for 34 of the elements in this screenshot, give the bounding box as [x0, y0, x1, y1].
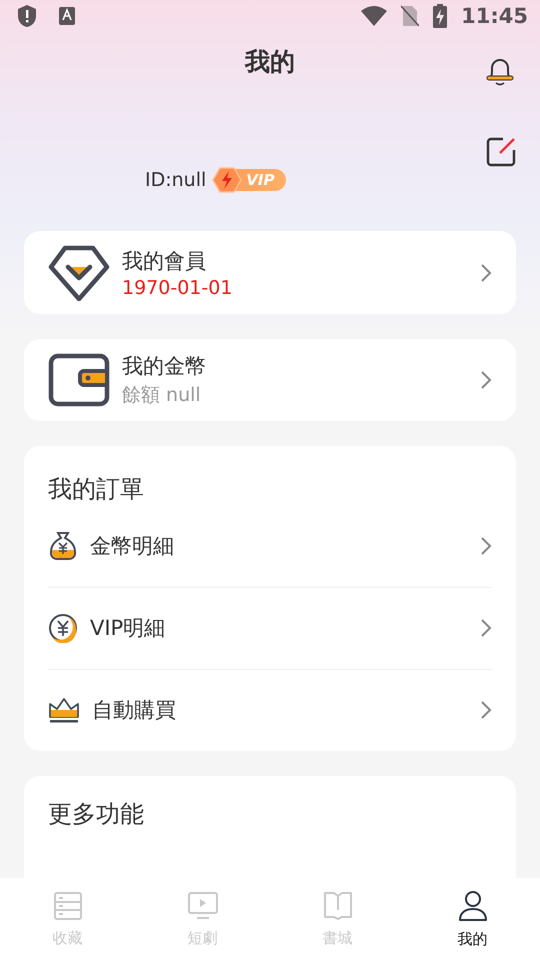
card-title: 我的金幣	[122, 352, 207, 380]
chevron-icon	[480, 262, 492, 283]
no-sim-icon	[401, 4, 420, 27]
book-icon	[322, 890, 352, 920]
wallet-icon	[48, 352, 110, 407]
money-bag-icon	[48, 531, 78, 562]
wifi-icon	[361, 6, 388, 26]
yen-coin-icon	[48, 613, 78, 644]
list-item[interactable]: VIP明細	[48, 588, 492, 670]
page-title: 我的	[245, 46, 295, 78]
chevron-icon	[480, 536, 492, 556]
diamond-icon	[48, 244, 110, 301]
clock-time: 11:45	[461, 4, 528, 28]
user-id: ID:null	[145, 169, 206, 192]
person-icon	[458, 890, 488, 922]
edit-icon[interactable]	[486, 137, 516, 168]
crown-icon	[48, 696, 80, 724]
lightning-icon	[212, 167, 242, 194]
list-item[interactable]: 金幣明細	[48, 506, 492, 588]
chevron-icon	[480, 370, 492, 390]
chevron-icon	[480, 700, 492, 720]
chevron-icon	[480, 618, 492, 638]
keyboard-icon	[58, 6, 76, 26]
card-subtitle: 1970-01-01	[122, 276, 234, 299]
nav-tab[interactable]: 我的	[405, 878, 540, 960]
card-subtitle: 餘額 null	[122, 382, 202, 408]
battery-charging-icon	[433, 4, 448, 28]
list-icon	[52, 890, 82, 920]
list-item[interactable]: 自動購買	[48, 670, 492, 751]
card-title: 我的會員	[122, 248, 207, 275]
section-title: 我的訂單	[48, 474, 145, 505]
shield-alert-icon	[16, 4, 38, 28]
video-icon	[188, 890, 218, 920]
section-title: 更多功能	[48, 800, 144, 828]
